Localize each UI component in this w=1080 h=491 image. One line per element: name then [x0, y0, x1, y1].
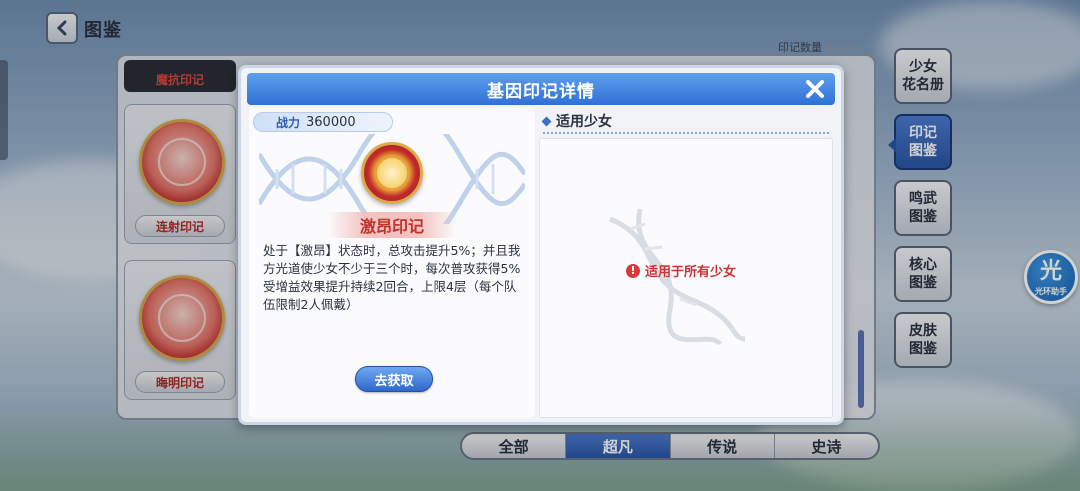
section-title: 适用少女 — [556, 114, 612, 130]
seal-emblem-icon — [361, 142, 423, 204]
diamond-bullet-icon — [541, 116, 552, 126]
modal-header: 基因印记详情 — [247, 73, 835, 105]
notice-text: 适用于所有少女 — [645, 265, 737, 280]
applicable-girls-pane: 适用少女 ! 适用于所有少女 — [539, 108, 835, 418]
seal-description: 处于【激昂】状态时，总攻击提升5%；并且我方光道使少女不少于三个时，每次普攻获得… — [263, 243, 521, 312]
seal-name: 激昂印记 — [327, 212, 457, 238]
power-bar: 战力 360000 — [253, 112, 393, 132]
modal-title: 基因印记详情 — [487, 81, 595, 102]
seal-detail-modal: 基因印记详情 战力 360000 激昂印记 处于【激昂】状态时，总攻击提升5%；… — [238, 65, 844, 425]
seal-info-pane: 战力 360000 激昂印记 处于【激昂】状态时，总攻击提升5%；并且我方光道使… — [249, 108, 535, 418]
power-label: 战力 — [276, 115, 301, 130]
applicable-notice: ! 适用于所有少女 — [626, 261, 736, 280]
close-icon — [806, 80, 824, 98]
section-header: 适用少女 — [541, 110, 612, 132]
close-button[interactable] — [801, 75, 829, 103]
exclamation-icon: ! — [626, 263, 640, 278]
obtain-button[interactable]: 去获取 — [355, 366, 433, 392]
applicable-girls-list: ! 适用于所有少女 — [539, 138, 833, 418]
divider — [543, 132, 829, 134]
power-value: 360000 — [306, 114, 356, 130]
